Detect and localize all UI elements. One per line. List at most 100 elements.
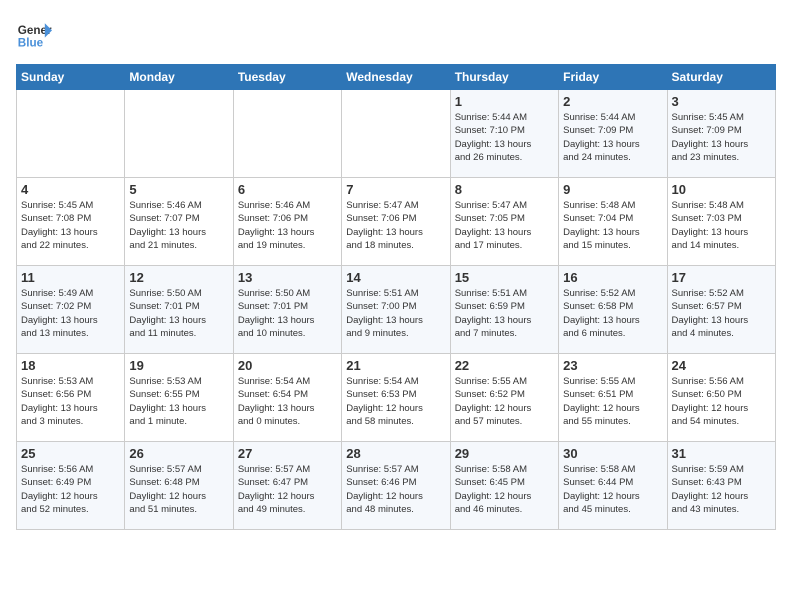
day-number: 2 bbox=[563, 94, 662, 109]
day-number: 21 bbox=[346, 358, 445, 373]
day-info: Sunrise: 5:52 AMSunset: 6:57 PMDaylight:… bbox=[672, 287, 771, 340]
calendar-cell bbox=[342, 90, 450, 178]
day-info: Sunrise: 5:44 AMSunset: 7:10 PMDaylight:… bbox=[455, 111, 554, 164]
day-info: Sunrise: 5:45 AMSunset: 7:09 PMDaylight:… bbox=[672, 111, 771, 164]
calendar-cell: 3 Sunrise: 5:45 AMSunset: 7:09 PMDaylight… bbox=[667, 90, 775, 178]
calendar-table: Sunday Monday Tuesday Wednesday Thursday… bbox=[16, 64, 776, 530]
day-info: Sunrise: 5:50 AMSunset: 7:01 PMDaylight:… bbox=[238, 287, 337, 340]
calendar-cell bbox=[233, 90, 341, 178]
day-number: 29 bbox=[455, 446, 554, 461]
calendar-week-row: 11Sunrise: 5:49 AMSunset: 7:02 PMDayligh… bbox=[17, 266, 776, 354]
day-info: Sunrise: 5:44 AMSunset: 7:09 PMDaylight:… bbox=[563, 111, 662, 164]
calendar-cell: 26 Sunrise: 5:57 AMSunset: 6:48 PMDayligh… bbox=[125, 442, 233, 530]
calendar-cell: 23Sunrise: 5:55 AMSunset: 6:51 PMDayligh… bbox=[559, 354, 667, 442]
day-info: Sunrise: 5:46 AMSunset: 7:06 PMDaylight:… bbox=[238, 199, 337, 252]
day-number: 7 bbox=[346, 182, 445, 197]
svg-text:Blue: Blue bbox=[18, 37, 44, 50]
calendar-cell: 20 Sunrise: 5:54 AMSunset: 6:54 PMDayligh… bbox=[233, 354, 341, 442]
day-number: 20 bbox=[238, 358, 337, 373]
day-number: 3 bbox=[672, 94, 771, 109]
day-number: 14 bbox=[346, 270, 445, 285]
calendar-cell bbox=[125, 90, 233, 178]
calendar-cell: 21 Sunrise: 5:54 AMSunset: 6:53 PMDayligh… bbox=[342, 354, 450, 442]
calendar-cell: 11Sunrise: 5:49 AMSunset: 7:02 PMDayligh… bbox=[17, 266, 125, 354]
day-info: Sunrise: 5:57 AMSunset: 6:46 PMDaylight:… bbox=[346, 463, 445, 516]
calendar-cell: 13 Sunrise: 5:50 AMSunset: 7:01 PMDayligh… bbox=[233, 266, 341, 354]
calendar-cell: 10 Sunrise: 5:48 AMSunset: 7:03 PMDayligh… bbox=[667, 178, 775, 266]
calendar-cell: 4 Sunrise: 5:45 AMSunset: 7:08 PMDaylight… bbox=[17, 178, 125, 266]
day-number: 28 bbox=[346, 446, 445, 461]
day-info: Sunrise: 5:58 AMSunset: 6:44 PMDaylight:… bbox=[563, 463, 662, 516]
day-info: Sunrise: 5:53 AMSunset: 6:55 PMDaylight:… bbox=[129, 375, 228, 428]
calendar-cell: 30 Sunrise: 5:58 AMSunset: 6:44 PMDayligh… bbox=[559, 442, 667, 530]
day-number: 4 bbox=[21, 182, 120, 197]
day-info: Sunrise: 5:50 AMSunset: 7:01 PMDaylight:… bbox=[129, 287, 228, 340]
calendar-cell: 27Sunrise: 5:57 AMSunset: 6:47 PMDayligh… bbox=[233, 442, 341, 530]
calendar-cell: 16Sunrise: 5:52 AMSunset: 6:58 PMDayligh… bbox=[559, 266, 667, 354]
day-info: Sunrise: 5:48 AMSunset: 7:03 PMDaylight:… bbox=[672, 199, 771, 252]
day-number: 18 bbox=[21, 358, 120, 373]
day-number: 9 bbox=[563, 182, 662, 197]
day-number: 17 bbox=[672, 270, 771, 285]
header-friday: Friday bbox=[559, 65, 667, 90]
day-info: Sunrise: 5:51 AMSunset: 6:59 PMDaylight:… bbox=[455, 287, 554, 340]
calendar-cell: 5Sunrise: 5:46 AMSunset: 7:07 PMDaylight… bbox=[125, 178, 233, 266]
day-info: Sunrise: 5:45 AMSunset: 7:08 PMDaylight:… bbox=[21, 199, 120, 252]
calendar-cell: 12 Sunrise: 5:50 AMSunset: 7:01 PMDayligh… bbox=[125, 266, 233, 354]
header-sunday: Sunday bbox=[17, 65, 125, 90]
calendar-cell: 31Sunrise: 5:59 AMSunset: 6:43 PMDayligh… bbox=[667, 442, 775, 530]
day-number: 23 bbox=[563, 358, 662, 373]
calendar-body: 1 Sunrise: 5:44 AMSunset: 7:10 PMDaylight… bbox=[17, 90, 776, 530]
calendar-cell: 9Sunrise: 5:48 AMSunset: 7:04 PMDaylight… bbox=[559, 178, 667, 266]
calendar-cell: 14 Sunrise: 5:51 AMSunset: 7:00 PMDayligh… bbox=[342, 266, 450, 354]
day-number: 22 bbox=[455, 358, 554, 373]
day-number: 12 bbox=[129, 270, 228, 285]
logo-icon: General Blue bbox=[16, 16, 52, 52]
calendar-week-row: 1 Sunrise: 5:44 AMSunset: 7:10 PMDaylight… bbox=[17, 90, 776, 178]
calendar-cell: 28 Sunrise: 5:57 AMSunset: 6:46 PMDayligh… bbox=[342, 442, 450, 530]
day-number: 30 bbox=[563, 446, 662, 461]
day-info: Sunrise: 5:56 AMSunset: 6:49 PMDaylight:… bbox=[21, 463, 120, 516]
day-info: Sunrise: 5:49 AMSunset: 7:02 PMDaylight:… bbox=[21, 287, 120, 340]
logo: General Blue bbox=[16, 16, 52, 52]
day-number: 15 bbox=[455, 270, 554, 285]
day-info: Sunrise: 5:51 AMSunset: 7:00 PMDaylight:… bbox=[346, 287, 445, 340]
day-info: Sunrise: 5:56 AMSunset: 6:50 PMDaylight:… bbox=[672, 375, 771, 428]
day-info: Sunrise: 5:47 AMSunset: 7:06 PMDaylight:… bbox=[346, 199, 445, 252]
calendar-cell: 19 Sunrise: 5:53 AMSunset: 6:55 PMDayligh… bbox=[125, 354, 233, 442]
day-info: Sunrise: 5:47 AMSunset: 7:05 PMDaylight:… bbox=[455, 199, 554, 252]
day-number: 26 bbox=[129, 446, 228, 461]
calendar-header-row: Sunday Monday Tuesday Wednesday Thursday… bbox=[17, 65, 776, 90]
calendar-cell: 15 Sunrise: 5:51 AMSunset: 6:59 PMDayligh… bbox=[450, 266, 558, 354]
day-number: 19 bbox=[129, 358, 228, 373]
day-number: 25 bbox=[21, 446, 120, 461]
day-info: Sunrise: 5:57 AMSunset: 6:48 PMDaylight:… bbox=[129, 463, 228, 516]
day-info: Sunrise: 5:57 AMSunset: 6:47 PMDaylight:… bbox=[238, 463, 337, 516]
day-number: 24 bbox=[672, 358, 771, 373]
calendar-cell bbox=[17, 90, 125, 178]
calendar-cell: 18 Sunrise: 5:53 AMSunset: 6:56 PMDayligh… bbox=[17, 354, 125, 442]
calendar-week-row: 18 Sunrise: 5:53 AMSunset: 6:56 PMDayligh… bbox=[17, 354, 776, 442]
header-thursday: Thursday bbox=[450, 65, 558, 90]
calendar-cell: 29 Sunrise: 5:58 AMSunset: 6:45 PMDayligh… bbox=[450, 442, 558, 530]
day-info: Sunrise: 5:54 AMSunset: 6:53 PMDaylight:… bbox=[346, 375, 445, 428]
header-saturday: Saturday bbox=[667, 65, 775, 90]
day-number: 8 bbox=[455, 182, 554, 197]
day-number: 5 bbox=[129, 182, 228, 197]
calendar-cell: 1 Sunrise: 5:44 AMSunset: 7:10 PMDaylight… bbox=[450, 90, 558, 178]
calendar-cell: 8 Sunrise: 5:47 AMSunset: 7:05 PMDaylight… bbox=[450, 178, 558, 266]
calendar-cell: 24 Sunrise: 5:56 AMSunset: 6:50 PMDayligh… bbox=[667, 354, 775, 442]
day-info: Sunrise: 5:58 AMSunset: 6:45 PMDaylight:… bbox=[455, 463, 554, 516]
calendar-cell: 25 Sunrise: 5:56 AMSunset: 6:49 PMDayligh… bbox=[17, 442, 125, 530]
day-info: Sunrise: 5:54 AMSunset: 6:54 PMDaylight:… bbox=[238, 375, 337, 428]
day-info: Sunrise: 5:59 AMSunset: 6:43 PMDaylight:… bbox=[672, 463, 771, 516]
day-number: 13 bbox=[238, 270, 337, 285]
day-number: 1 bbox=[455, 94, 554, 109]
day-number: 10 bbox=[672, 182, 771, 197]
day-info: Sunrise: 5:53 AMSunset: 6:56 PMDaylight:… bbox=[21, 375, 120, 428]
calendar-week-row: 25 Sunrise: 5:56 AMSunset: 6:49 PMDayligh… bbox=[17, 442, 776, 530]
calendar-cell: 22Sunrise: 5:55 AMSunset: 6:52 PMDayligh… bbox=[450, 354, 558, 442]
day-number: 6 bbox=[238, 182, 337, 197]
day-info: Sunrise: 5:52 AMSunset: 6:58 PMDaylight:… bbox=[563, 287, 662, 340]
calendar-cell: 2 Sunrise: 5:44 AMSunset: 7:09 PMDaylight… bbox=[559, 90, 667, 178]
